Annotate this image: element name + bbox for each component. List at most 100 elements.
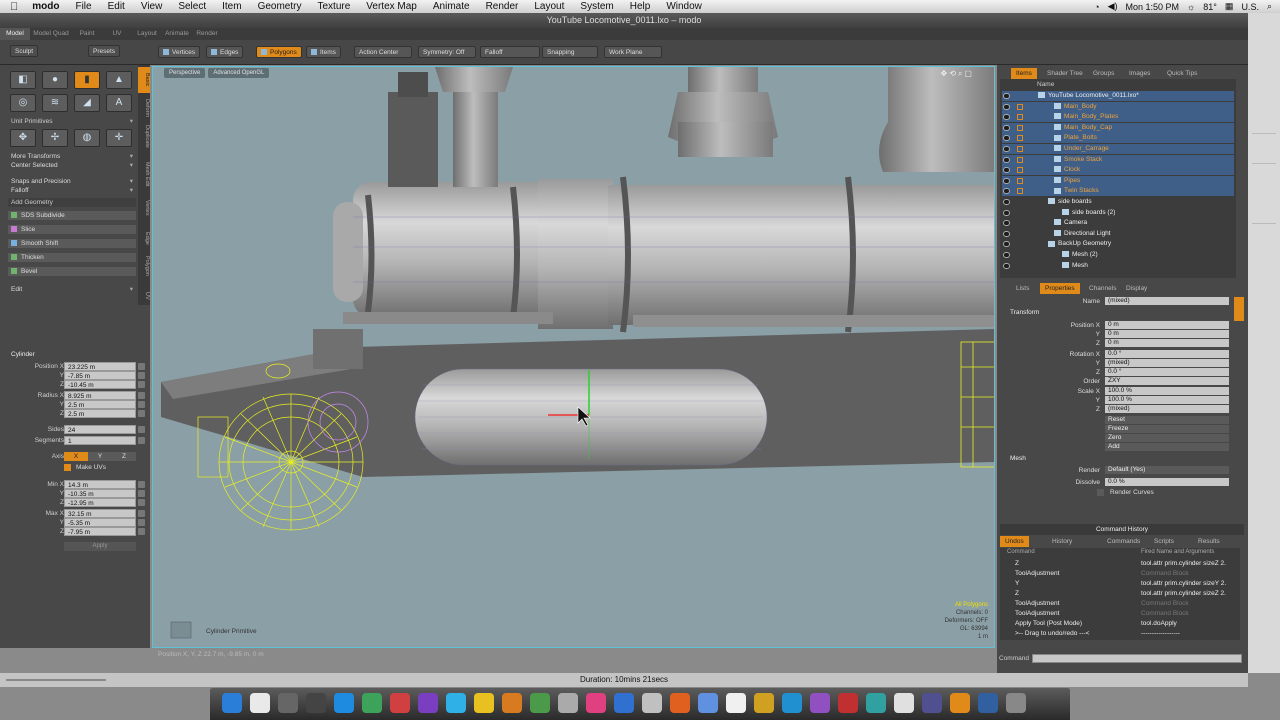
vtab-deform[interactable]: Deform xyxy=(138,95,150,121)
dock-app-icon[interactable] xyxy=(418,693,438,713)
dock-app-icon[interactable] xyxy=(978,693,998,713)
menu-file[interactable]: File xyxy=(67,1,99,12)
vtab-basic[interactable]: Basic xyxy=(138,67,150,93)
viewport-nav-icons[interactable]: ✥⟲⌕▢ xyxy=(941,69,974,79)
dock-app-icon[interactable] xyxy=(782,693,802,713)
menu-select[interactable]: Select xyxy=(170,1,214,12)
item-row[interactable]: Clock xyxy=(1002,165,1234,176)
visibility-eye-icon[interactable] xyxy=(1003,167,1010,174)
dissolve-field[interactable]: Dissolve 0.0 % xyxy=(1000,478,1240,487)
visibility-eye-icon[interactable] xyxy=(1003,220,1010,227)
work-plane-dropdown[interactable]: Work Plane xyxy=(604,46,662,58)
action-center-dropdown[interactable]: Action Center xyxy=(354,46,412,58)
cylinder-primitive-icon[interactable]: ▮ xyxy=(74,71,100,89)
menubar-clock[interactable]: Mon 1:50 PM xyxy=(1126,2,1180,12)
dock-app-icon[interactable] xyxy=(950,693,970,713)
cyl-max-z[interactable]: Z -7.95 m xyxy=(0,527,150,536)
tab-model-quad[interactable]: Model Quad xyxy=(30,28,72,40)
transform-field[interactable]: Z (mixed) xyxy=(1000,405,1240,414)
visibility-eye-icon[interactable] xyxy=(1003,93,1010,99)
item-row[interactable]: Under_Carrage xyxy=(1002,144,1234,154)
transform-field[interactable]: Z0 m xyxy=(1000,339,1240,348)
transform-field[interactable]: Scale X 100.0 % xyxy=(1000,387,1240,396)
mesh-header[interactable]: Mesh xyxy=(1010,455,1026,462)
dock-app-icon[interactable] xyxy=(474,693,494,713)
dock-app-icon[interactable] xyxy=(1006,693,1026,713)
menu-app-modo[interactable]: modo xyxy=(24,1,67,12)
menu-window[interactable]: Window xyxy=(658,1,710,12)
dock-app-icon[interactable] xyxy=(754,693,774,713)
tab-properties[interactable]: Properties xyxy=(1040,283,1080,294)
lock-icon[interactable] xyxy=(1017,114,1023,121)
dock-app-icon[interactable] xyxy=(334,693,354,713)
polygons-mode-button[interactable]: Polygons xyxy=(256,46,302,58)
snaps-precision-dropdown[interactable]: Snaps and Precision ▾ xyxy=(8,177,136,186)
tab-groups[interactable]: Groups xyxy=(1088,68,1119,79)
transform-field[interactable]: Rotation X 0.0 ° xyxy=(1000,350,1240,359)
perspective-view-button[interactable]: Perspective xyxy=(164,68,206,78)
tab-scripts[interactable]: Scripts xyxy=(1149,536,1179,547)
text-tool-icon[interactable]: A xyxy=(106,94,132,112)
vtab-polygon[interactable]: Polygon xyxy=(138,253,150,279)
visibility-eye-icon[interactable] xyxy=(1003,199,1010,205)
transform-field[interactable]: Y0 m xyxy=(1000,330,1240,339)
dock-app-icon[interactable] xyxy=(866,693,886,713)
sphere-primitive-icon[interactable]: ● xyxy=(42,71,68,89)
cyl-max-y[interactable]: Y -5.35 m xyxy=(0,518,150,527)
slice-button[interactable]: Slice xyxy=(8,225,136,234)
tab-shader-tree[interactable]: Shader Tree xyxy=(1042,68,1088,79)
dock-app-icon[interactable] xyxy=(698,693,718,713)
thicken-button[interactable]: Thicken xyxy=(8,253,136,262)
vtab-duplicate[interactable]: Duplicate xyxy=(138,123,150,149)
tab-results[interactable]: Results xyxy=(1193,536,1225,547)
axis-x-button[interactable]: X xyxy=(64,452,88,461)
visibility-eye-icon[interactable] xyxy=(1003,146,1010,152)
freeze-button[interactable]: Freeze xyxy=(1000,425,1240,434)
dock-app-icon[interactable] xyxy=(306,693,326,713)
sds-subdivide-button[interactable]: SDS Subdivide xyxy=(8,211,136,220)
edit-dropdown[interactable]: Edit ▾ xyxy=(8,285,136,294)
axis-z-button[interactable]: Z xyxy=(112,452,136,461)
command-input[interactable] xyxy=(1032,654,1242,663)
cyl-sides[interactable]: Sides 24 xyxy=(0,425,150,434)
tab-animate[interactable]: Animate xyxy=(162,28,192,40)
cyl-min-x[interactable]: Min X 14.3 m xyxy=(0,480,150,489)
items-mode-button[interactable]: Items xyxy=(306,46,341,58)
dock-app-icon[interactable] xyxy=(446,693,466,713)
dock-app-icon[interactable] xyxy=(642,693,662,713)
visibility-eye-icon[interactable] xyxy=(1003,209,1010,216)
item-row[interactable]: Twin Stacks xyxy=(1002,186,1234,197)
dock-app-icon[interactable] xyxy=(222,693,242,713)
falloff-side-dropdown[interactable]: Falloff ▾ xyxy=(8,186,136,195)
item-row[interactable]: Smoke Stack xyxy=(1002,154,1234,165)
lock-icon[interactable] xyxy=(1017,167,1023,174)
visibility-eye-icon[interactable] xyxy=(1003,252,1010,258)
add-geometry-header[interactable]: Add Geometry xyxy=(8,198,136,207)
reset-button[interactable]: Reset xyxy=(1000,416,1240,425)
advanced-opengl-button[interactable]: Advanced OpenGL xyxy=(208,68,270,78)
item-row[interactable]: side boards xyxy=(1002,197,1234,207)
cyl-radius-z[interactable]: Z 2.5 m xyxy=(0,409,150,418)
tab-paint[interactable]: Paint xyxy=(72,28,102,40)
move-tool-icon[interactable]: ✥ xyxy=(10,129,36,147)
tab-items[interactable]: Items xyxy=(1011,68,1037,79)
dock-app-icon[interactable] xyxy=(502,693,522,713)
item-row[interactable]: Mesh xyxy=(1002,261,1234,271)
visibility-eye-icon[interactable] xyxy=(1003,135,1010,142)
tab-render[interactable]: Render xyxy=(192,28,222,40)
prop-name[interactable]: Name (mixed) xyxy=(1000,297,1240,306)
wifi-icon[interactable]: ◔ xyxy=(1094,2,1099,12)
lock-icon[interactable] xyxy=(1017,188,1023,195)
cyl-position-x[interactable]: Position X 23.225 m xyxy=(0,362,150,371)
history-row[interactable]: ToolAdjustment Command Block xyxy=(1003,599,1236,609)
spotlight-icon[interactable]: ⌕ xyxy=(1267,1,1272,12)
history-row[interactable]: Ytool.attr prim.cylinder sizeY 2. xyxy=(1003,579,1236,589)
tab-channels[interactable]: Channels xyxy=(1084,283,1121,294)
make-uvs-checkbox[interactable]: Make UVs xyxy=(64,463,144,472)
dock-app-icon[interactable] xyxy=(390,693,410,713)
lock-icon[interactable] xyxy=(1017,103,1023,110)
add-button[interactable]: Add xyxy=(1000,443,1240,452)
item-row[interactable]: side boards (2) xyxy=(1002,208,1234,218)
transform-field[interactable]: Y 100.0 % xyxy=(1000,396,1240,405)
menu-render[interactable]: Render xyxy=(478,1,527,12)
